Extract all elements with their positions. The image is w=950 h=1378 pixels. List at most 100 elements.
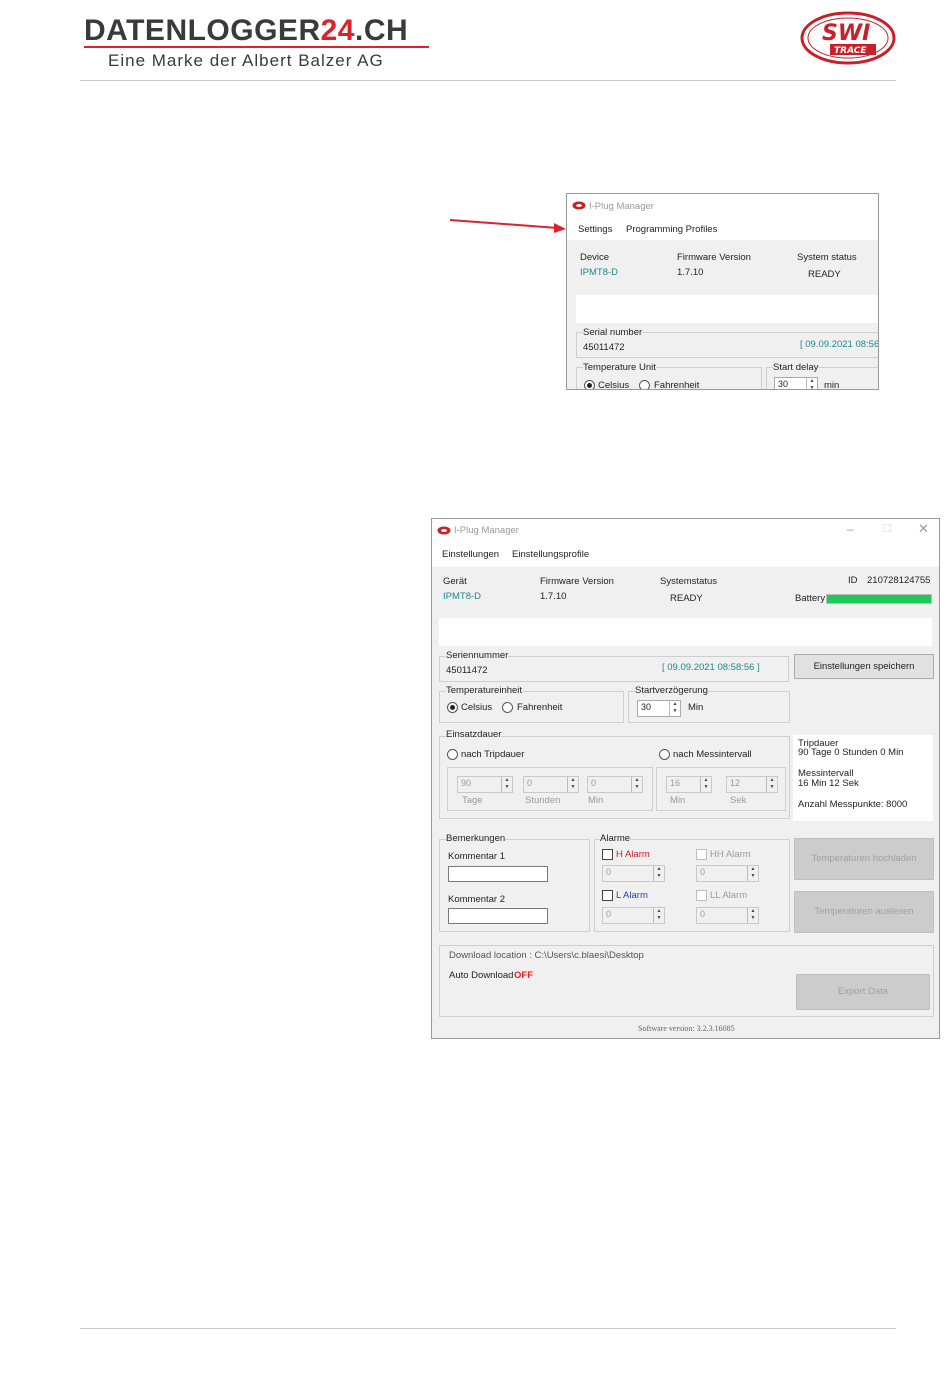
ll-alarm-checkbox[interactable] <box>696 890 707 901</box>
menu-einstellungen[interactable]: Einstellungen <box>442 549 499 560</box>
celsius-radio[interactable] <box>584 380 595 389</box>
interval-seconds-value: 12 <box>730 778 741 788</box>
stepper-arrows-icon[interactable]: ▲ ▼ <box>669 701 680 716</box>
header-divider <box>80 80 896 81</box>
serial-value: 45011472 <box>583 342 625 353</box>
title-bar: I-Plug Manager <box>567 194 878 218</box>
days-value: 90 <box>461 778 472 788</box>
logo-part-3: .CH <box>354 14 409 47</box>
maximize-icon[interactable]: ☐ <box>882 522 892 535</box>
l-alarm-stepper[interactable]: 0 ▲ ▼ <box>602 907 665 924</box>
stepper-arrows-icon[interactable]: ▲ ▼ <box>700 777 711 792</box>
ll-alarm-label: LL Alarm <box>710 890 748 901</box>
hh-alarm-checkbox[interactable] <box>696 849 707 860</box>
interval-minutes-stepper[interactable]: 16 ▲ ▼ <box>666 776 712 793</box>
battery-bar <box>826 594 932 604</box>
comment1-input[interactable] <box>448 866 548 882</box>
firmware-label: Firmware Version <box>540 576 614 587</box>
stepper-arrows-icon[interactable]: ▲ ▼ <box>766 777 777 792</box>
stepper-arrows-icon[interactable]: ▲ ▼ <box>501 777 512 792</box>
comment2-input[interactable] <box>448 908 548 924</box>
h-alarm-checkbox[interactable] <box>602 849 613 860</box>
comment2-label: Kommentar 2 <box>448 894 506 905</box>
firmware-value: 1.7.10 <box>677 267 704 278</box>
firmware-label: Firmware Version <box>677 252 751 263</box>
menu-settings[interactable]: Settings <box>578 224 612 235</box>
celsius-radio[interactable] <box>447 702 458 713</box>
h-alarm-stepper[interactable]: 0 ▲ ▼ <box>602 865 665 882</box>
window-title: I-Plug Manager <box>589 201 654 212</box>
id-value: 210728124755 <box>867 575 931 586</box>
firmware-value: 1.7.10 <box>540 591 567 602</box>
logo-subtitle: Eine Marke der Albert Balzer AG <box>108 51 384 70</box>
stepper-arrows-icon[interactable]: ▲ ▼ <box>747 866 758 881</box>
menu-programming-profiles[interactable]: Programming Profiles <box>626 224 717 235</box>
hours-stepper[interactable]: 0 ▲ ▼ <box>523 776 579 793</box>
info-interval-value: 16 Min 12 Sek <box>798 778 859 789</box>
start-delay-unit: min <box>824 380 840 390</box>
window-title: I-Plug Manager <box>454 525 519 536</box>
auto-download-label: Auto Download <box>449 970 514 981</box>
fahrenheit-label: Fahrenheit <box>654 380 700 390</box>
minutes-stepper[interactable]: 0 ▲ ▼ <box>587 776 643 793</box>
minutes-value: 0 <box>591 778 597 788</box>
days-stepper[interactable]: 90 ▲ ▼ <box>457 776 513 793</box>
menu-einstellungsprofile[interactable]: Einstellungsprofile <box>512 549 589 560</box>
status-label: System status <box>797 252 857 263</box>
start-delay-label: Startverzögerung <box>635 685 708 696</box>
start-delay-stepper[interactable]: 30 ▲ ▼ <box>637 700 681 717</box>
status-value: READY <box>670 593 703 604</box>
battery-fill <box>827 595 931 603</box>
hours-label: Stunden <box>525 795 561 806</box>
status-value: READY <box>808 269 841 280</box>
remarks-label: Bemerkungen <box>446 833 506 844</box>
device-label: Gerät <box>443 576 467 587</box>
serial-value: 45011472 <box>446 665 488 676</box>
stepper-arrows-icon[interactable]: ▲ ▼ <box>653 908 664 923</box>
start-delay-label: Start delay <box>773 362 819 373</box>
info-trip-value: 90 Tage 0 Stunden 0 Min <box>798 747 904 758</box>
by-interval-radio[interactable] <box>659 749 670 760</box>
hh-alarm-stepper[interactable]: 0 ▲ ▼ <box>696 865 759 882</box>
ll-alarm-stepper[interactable]: 0 ▲ ▼ <box>696 907 759 924</box>
start-delay-stepper[interactable]: 30 ▲ ▼ <box>774 377 818 389</box>
export-data-button[interactable]: Export Data <box>796 974 930 1010</box>
status-label: Systemstatus <box>660 576 718 587</box>
small-window-screenshot: I-Plug Manager Settings Programming Prof… <box>566 193 879 390</box>
l-alarm-label: L Alarm <box>616 890 648 901</box>
save-settings-button[interactable]: Einstellungen speichern <box>794 654 934 679</box>
interval-seconds-stepper[interactable]: 12 ▲ ▼ <box>726 776 778 793</box>
hours-value: 0 <box>527 778 533 788</box>
device-value: IPMT8-D <box>580 267 618 278</box>
red-arrow-icon <box>449 219 566 233</box>
stepper-arrows-icon[interactable]: ▲ ▼ <box>653 866 664 881</box>
serial-label: Seriennummer <box>446 650 509 661</box>
auto-download-status[interactable]: OFF <box>514 970 533 981</box>
close-icon[interactable]: ✕ <box>918 521 929 537</box>
stepper-arrows-icon[interactable]: ▲ ▼ <box>567 777 578 792</box>
temp-unit-label: Temperatureinheit <box>446 685 523 696</box>
read-temperatures-button[interactable]: Temperaturen auslesen <box>794 891 934 933</box>
by-interval-label: nach Messintervall <box>673 749 752 760</box>
minimize-icon[interactable]: – <box>847 522 854 536</box>
interval-minutes-value: 16 <box>670 778 681 788</box>
app-icon <box>572 201 586 210</box>
l-alarm-checkbox[interactable] <box>602 890 613 901</box>
upload-temperatures-button[interactable]: Temperaturen hochladen <box>794 838 934 880</box>
stepper-arrows-icon[interactable]: ▲ ▼ <box>747 908 758 923</box>
stepper-arrows-icon[interactable]: ▲ ▼ <box>631 777 642 792</box>
date-value: [ 09.09.2021 08:58:56 ] <box>662 662 760 673</box>
large-window-screenshot: I-Plug Manager – ☐ ✕ Einstellungen Einst… <box>431 518 940 1039</box>
stepper-arrows-icon[interactable]: ▲ ▼ <box>806 378 817 389</box>
days-label: Tage <box>462 795 483 806</box>
fahrenheit-radio[interactable] <box>639 380 650 389</box>
message-area <box>439 618 932 646</box>
h-alarm-label: H Alarm <box>616 849 650 860</box>
title-bar: I-Plug Manager – ☐ ✕ <box>432 519 939 543</box>
device-label: Device <box>580 252 610 263</box>
footer-divider <box>80 1328 896 1329</box>
fahrenheit-radio[interactable] <box>502 702 513 713</box>
by-trip-radio[interactable] <box>447 749 458 760</box>
celsius-label: Celsius <box>598 380 630 390</box>
logo-part-1: DATENLOGGER <box>84 14 321 47</box>
